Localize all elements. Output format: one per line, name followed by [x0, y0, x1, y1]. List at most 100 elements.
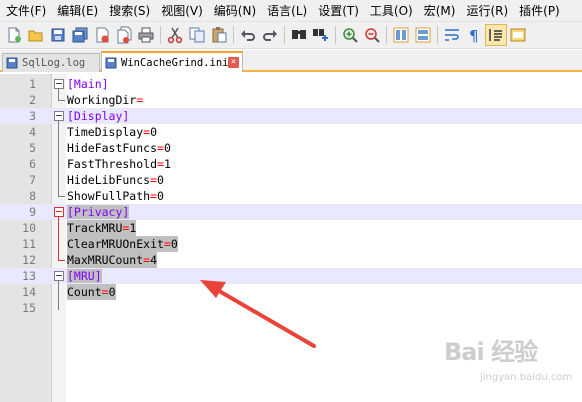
current-code-line[interactable]: 13 [MRU]	[0, 268, 582, 284]
current-code-line[interactable]: 3 [Display]	[0, 108, 582, 124]
ini-key: TimeDisplay	[67, 125, 144, 139]
fold-guide-end	[58, 196, 65, 197]
line-number: 1	[29, 77, 36, 91]
section-header: [Display]	[67, 108, 129, 124]
section-name: [Privacy]	[67, 205, 130, 219]
line-number: 7	[29, 173, 36, 187]
menu-tools[interactable]: 工具(O)	[364, 0, 418, 21]
fold-minus-icon[interactable]	[54, 79, 64, 89]
replace-icon[interactable]	[310, 24, 332, 46]
line-number: 14	[22, 285, 36, 299]
current-code-line[interactable]: 9 [Privacy]	[0, 204, 582, 220]
menu-search[interactable]: 搜索(S)	[103, 0, 155, 21]
fold-guide-end	[58, 100, 65, 101]
key-value: HideFastFuncs=0	[67, 140, 171, 156]
toolbar-separator	[335, 26, 336, 44]
find-icon[interactable]	[288, 24, 310, 46]
section-header: [MRU]	[67, 268, 102, 284]
new-file-icon[interactable]	[3, 24, 25, 46]
menu-run[interactable]: 运行(R)	[460, 0, 513, 21]
key-value: HideLibFuncs=0	[67, 172, 164, 188]
code-line[interactable]: 5 HideFastFuncs=0	[0, 140, 582, 156]
equals-sign: =	[163, 237, 171, 251]
paste-icon[interactable]	[208, 24, 230, 46]
line-number: 10	[22, 221, 36, 235]
tab-label: SqlLog.log	[22, 57, 86, 69]
key-value: ShowFullPath=0	[67, 188, 164, 204]
ini-value: 0	[157, 189, 164, 203]
code-line[interactable]: 14 Count=0	[0, 284, 582, 300]
open-file-icon[interactable]	[25, 24, 47, 46]
equals-sign: =	[157, 157, 164, 171]
save-icon[interactable]	[47, 24, 69, 46]
word-wrap-icon[interactable]	[441, 24, 463, 46]
code-line[interactable]: 8 ShowFullPath=0	[0, 188, 582, 204]
close-all-icon[interactable]	[113, 24, 135, 46]
toolbar: ¶	[0, 22, 582, 49]
code-line[interactable]: 2 WorkingDir=	[0, 92, 582, 108]
ini-key: ShowFullPath	[67, 189, 151, 203]
code-line[interactable]: 7 HideLibFuncs=0	[0, 172, 582, 188]
line-number: 8	[29, 189, 36, 203]
menu-file[interactable]: 文件(F)	[0, 0, 51, 21]
ini-key: WorkingDir	[67, 93, 137, 107]
sync-vertical-icon[interactable]	[390, 24, 412, 46]
code-line[interactable]: 1 [Main]	[0, 76, 582, 92]
cut-icon[interactable]	[164, 24, 186, 46]
menu-view[interactable]: 视图(V)	[155, 0, 208, 21]
saved-file-icon	[6, 57, 18, 69]
redo-icon[interactable]	[259, 24, 281, 46]
copy-icon[interactable]	[186, 24, 208, 46]
zoom-in-icon[interactable]	[339, 24, 361, 46]
code-line[interactable]: 10 TrackMRU=1	[0, 220, 582, 236]
zoom-out-icon[interactable]	[361, 24, 383, 46]
print-icon[interactable]	[135, 24, 157, 46]
fold-guide	[58, 120, 59, 197]
ini-key: ClearMRUOnExit	[67, 237, 164, 251]
code-line[interactable]: 4 TimeDisplay=0	[0, 124, 582, 140]
key-value: TrackMRU=1	[67, 220, 137, 236]
ini-value: 0	[163, 141, 171, 155]
toolbar-separator	[284, 26, 285, 44]
line-number: 5	[29, 141, 36, 155]
line-number: 15	[22, 301, 36, 315]
indent-guide-icon[interactable]	[485, 24, 507, 46]
sync-horizontal-icon[interactable]	[412, 24, 434, 46]
ini-value: 0	[170, 237, 178, 251]
user-lang-icon[interactable]	[507, 24, 529, 46]
fold-guide	[58, 280, 59, 310]
menu-edit[interactable]: 编辑(E)	[51, 0, 103, 21]
code-line[interactable]: 6 FastThreshold=1	[0, 156, 582, 172]
line-number: 9	[29, 205, 36, 219]
undo-icon[interactable]	[237, 24, 259, 46]
fold-minus-icon[interactable]	[54, 271, 64, 281]
watermark-text: Bai 经验	[444, 338, 538, 366]
ini-key: Count	[67, 285, 102, 299]
toolbar-separator	[386, 26, 387, 44]
section-name: [Display]	[67, 109, 130, 123]
tab-wincachegrind[interactable]: WinCacheGrind.ini ✕	[101, 51, 243, 72]
menu-macro[interactable]: 宏(M)	[418, 0, 461, 21]
tab-sqllog[interactable]: SqlLog.log	[2, 53, 100, 72]
show-all-chars-icon[interactable]: ¶	[463, 24, 485, 46]
save-all-icon[interactable]	[69, 24, 91, 46]
close-icon[interactable]	[91, 24, 113, 46]
fold-minus-icon[interactable]	[54, 111, 64, 121]
equals-sign: =	[157, 141, 164, 155]
fold-minus-icon[interactable]	[54, 207, 64, 217]
toolbar-separator	[160, 26, 161, 44]
line-number: 6	[29, 157, 36, 171]
tab-label: WinCacheGrind.ini	[121, 56, 228, 69]
menu-language[interactable]: 语言(L)	[261, 0, 312, 21]
key-value: WorkingDir=	[67, 92, 143, 108]
code-line[interactable]: 12 MaxMRUCount=4	[0, 252, 582, 268]
code-line[interactable]: 15	[0, 300, 582, 316]
menu-settings[interactable]: 设置(T)	[312, 0, 364, 21]
menu-encoding[interactable]: 编码(N)	[208, 0, 261, 21]
ini-value: 1	[163, 157, 171, 171]
line-number: 3	[29, 109, 36, 123]
menu-plugins[interactable]: 插件(P)	[513, 0, 565, 21]
watermark-url: jingyan.baidu.com	[480, 372, 573, 383]
close-tab-icon[interactable]: ✕	[228, 57, 239, 68]
code-line[interactable]: 11 ClearMRUOnExit=0	[0, 236, 582, 252]
